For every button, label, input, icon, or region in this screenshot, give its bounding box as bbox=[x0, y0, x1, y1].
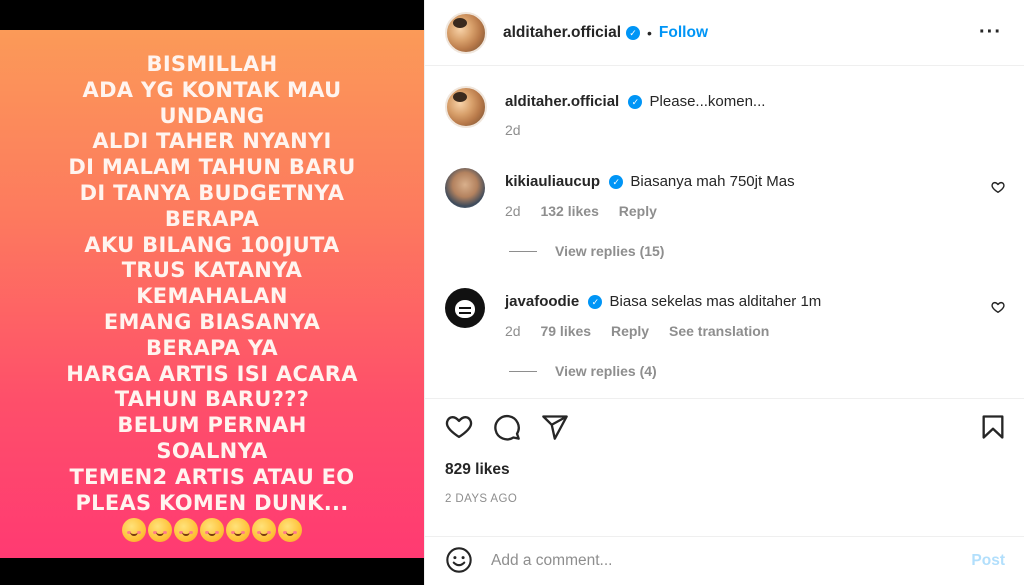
add-comment-bar: Post bbox=[425, 536, 1024, 585]
comment-likes[interactable]: 132 likes bbox=[540, 203, 598, 219]
story-line: TRUS KATANYA bbox=[121, 258, 303, 283]
smiling-face-with-hearts-icon bbox=[174, 518, 198, 543]
like-comment-heart-icon[interactable] bbox=[991, 180, 1005, 194]
story-line: ADA YG KONTAK MAU bbox=[82, 77, 342, 102]
comments-section: alditaher.official ✓ Please...komen... 2… bbox=[425, 66, 1024, 398]
comment-meta: 2d 79 likes Reply See translation bbox=[505, 323, 785, 339]
story-image: BISMILLAH ADA YG KONTAK MAU UNDANG ALDI TAH… bbox=[0, 30, 424, 558]
comment-row: javafoodie ✓ Biasa sekelas mas alditaher… bbox=[445, 288, 1005, 388]
replies-divider bbox=[509, 250, 537, 252]
smiling-face-with-hearts-icon bbox=[148, 518, 172, 543]
reply-button[interactable]: Reply bbox=[619, 203, 657, 219]
story-line: EMANG BIASANYA bbox=[103, 309, 321, 334]
comment-input[interactable] bbox=[491, 549, 931, 573]
caption-row: alditaher.official ✓ Please...komen... 2… bbox=[445, 86, 1005, 146]
story-line: BERAPA YA bbox=[146, 335, 278, 360]
comment-time[interactable]: 2d bbox=[505, 323, 521, 339]
smiling-face-with-hearts-icon bbox=[122, 518, 146, 543]
share-send-icon[interactable] bbox=[541, 413, 569, 441]
post-actions: 829 likes 2 DAYS AGO bbox=[425, 398, 1024, 528]
story-line: BERAPA bbox=[164, 206, 260, 231]
comment-username[interactable]: kikiauliaucup bbox=[505, 173, 600, 190]
story-text: BISMILLAH ADA YG KONTAK MAU UNDANG ALDI TAH… bbox=[66, 52, 358, 516]
more-options-icon[interactable]: ··· bbox=[979, 22, 1002, 42]
comment-time[interactable]: 2d bbox=[505, 203, 521, 219]
comment-username[interactable]: javafoodie bbox=[505, 293, 579, 310]
story-line: KEMAHALAN bbox=[136, 284, 288, 309]
story-line: DI TANYA BUDGETNYA bbox=[79, 180, 345, 205]
commenter-avatar[interactable] bbox=[445, 168, 485, 208]
caption-time[interactable]: 2d bbox=[505, 122, 521, 138]
like-comment-heart-icon[interactable] bbox=[991, 300, 1005, 314]
story-line: TAHUN BARU??? bbox=[114, 387, 310, 412]
story-line: BELUM PERNAH bbox=[117, 413, 307, 438]
comment-row: kikiauliaucup ✓ Biasanya mah 750jt Mas 2… bbox=[445, 168, 1005, 268]
smiling-face-with-hearts-icon bbox=[226, 518, 250, 543]
caption-meta: 2d bbox=[505, 122, 537, 138]
replies-divider bbox=[509, 370, 537, 372]
view-replies-label: View replies (4) bbox=[555, 363, 657, 379]
story-line: DI MALAM TAHUN BARU bbox=[68, 155, 356, 180]
author-avatar[interactable] bbox=[445, 11, 487, 54]
comment-likes[interactable]: 79 likes bbox=[540, 323, 591, 339]
post-header: alditaher.official ✓ • Follow ··· bbox=[425, 0, 1024, 66]
story-line: TEMEN2 ARTIS ATAU EO bbox=[69, 464, 355, 489]
story-line: PLEAS KOMEN DUNK... bbox=[75, 490, 349, 515]
caption-text: Please...komen... bbox=[649, 93, 766, 110]
likes-count[interactable]: 829 likes bbox=[445, 461, 510, 479]
like-heart-icon[interactable] bbox=[445, 413, 473, 441]
author-username[interactable]: alditaher.official bbox=[503, 24, 621, 42]
verified-badge-icon: ✓ bbox=[628, 95, 643, 109]
post-comment-button[interactable]: Post bbox=[971, 552, 1005, 570]
story-line: HARGA ARTIS ISI ACARA bbox=[66, 361, 358, 386]
commenter-avatar[interactable] bbox=[445, 288, 485, 328]
view-replies-label: View replies (15) bbox=[555, 243, 665, 259]
story-line: UNDANG bbox=[159, 103, 265, 128]
smiling-face-with-hearts-icon bbox=[278, 518, 302, 543]
view-replies-button[interactable]: View replies (4) bbox=[509, 363, 657, 379]
emoji-row bbox=[122, 518, 302, 543]
comment-meta: 2d 132 likes Reply bbox=[505, 203, 673, 219]
story-line: BISMILLAH bbox=[146, 52, 278, 76]
smiling-face-with-hearts-icon bbox=[200, 518, 224, 543]
caption-author-avatar[interactable] bbox=[445, 86, 487, 128]
verified-badge-icon: ✓ bbox=[626, 25, 641, 40]
post-media: BISMILLAH ADA YG KONTAK MAU UNDANG ALDI TAH… bbox=[0, 0, 424, 585]
comment-bubble-icon[interactable] bbox=[493, 413, 521, 441]
story-line: AKU BILANG 100JUTA bbox=[84, 232, 340, 257]
story-line: ALDI TAHER NYANYI bbox=[92, 129, 332, 154]
emoji-picker-icon[interactable] bbox=[445, 546, 473, 574]
reply-button[interactable]: Reply bbox=[611, 323, 649, 339]
post-time[interactable]: 2 DAYS AGO bbox=[445, 493, 517, 505]
verified-badge-icon: ✓ bbox=[609, 175, 624, 189]
comment-text: Biasanya mah 750jt Mas bbox=[630, 173, 795, 190]
separator-dot: • bbox=[647, 24, 652, 41]
smiling-face-with-hearts-icon bbox=[252, 518, 276, 543]
caption-username[interactable]: alditaher.official bbox=[505, 93, 619, 110]
see-translation-button[interactable]: See translation bbox=[669, 323, 769, 339]
verified-badge-icon: ✓ bbox=[588, 295, 603, 309]
follow-button[interactable]: Follow bbox=[659, 24, 708, 42]
story-line: SOALNYA bbox=[156, 438, 268, 463]
post-side-panel: alditaher.official ✓ • Follow ··· aldita… bbox=[424, 0, 1024, 585]
comment-text: Biasa sekelas mas alditaher 1m bbox=[609, 293, 822, 310]
view-replies-button[interactable]: View replies (15) bbox=[509, 243, 664, 259]
save-bookmark-icon[interactable] bbox=[979, 413, 1007, 441]
